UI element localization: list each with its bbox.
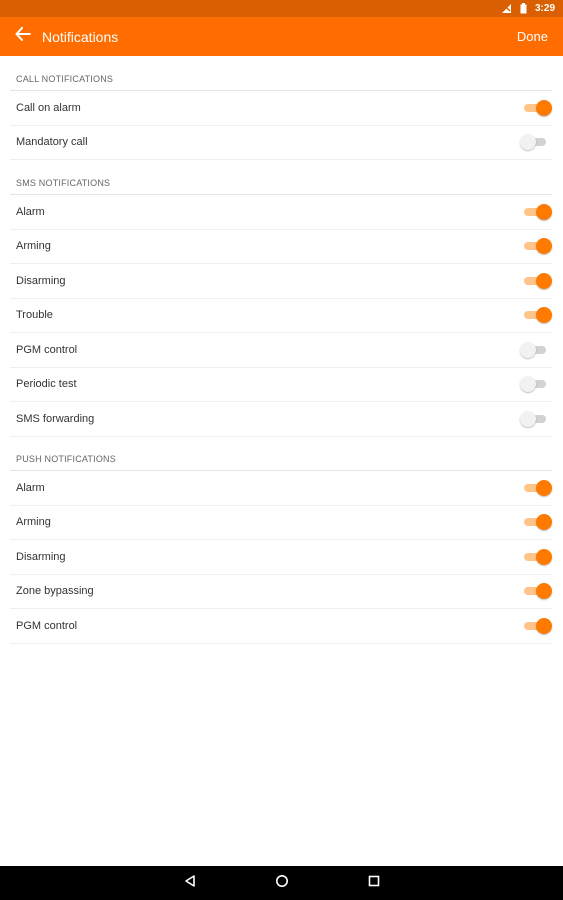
toggle-switch[interactable] bbox=[520, 134, 548, 151]
done-button[interactable]: Done bbox=[517, 29, 548, 44]
setting-row-sms-forwarding[interactable]: SMS forwarding bbox=[10, 402, 552, 437]
toggle-switch[interactable] bbox=[522, 514, 552, 531]
notifications-list: CALL NOTIFICATIONS Call on alarm Mandato… bbox=[0, 56, 563, 866]
setting-label: Arming bbox=[16, 240, 51, 253]
setting-row-push-zone-bypassing[interactable]: Zone bypassing bbox=[10, 575, 552, 609]
section-sms-notifications: SMS NOTIFICATIONS Alarm Arming Disarming… bbox=[10, 160, 552, 437]
setting-label: PGM control bbox=[16, 619, 78, 632]
toggle-switch[interactable] bbox=[522, 548, 552, 565]
setting-label: PGM control bbox=[16, 343, 78, 356]
system-nav-bar bbox=[0, 866, 563, 900]
section-call-notifications: CALL NOTIFICATIONS Call on alarm Mandato… bbox=[10, 56, 552, 160]
toggle-switch[interactable] bbox=[520, 410, 548, 427]
back-triangle-icon bbox=[183, 874, 197, 893]
section-header: CALL NOTIFICATIONS bbox=[10, 56, 552, 91]
section-header: PUSH NOTIFICATIONS bbox=[10, 436, 552, 471]
setting-row-push-disarming[interactable]: Disarming bbox=[10, 540, 552, 575]
toggle-switch[interactable] bbox=[522, 479, 552, 496]
arrow-left-icon bbox=[15, 27, 31, 46]
setting-row-sms-disarming[interactable]: Disarming bbox=[10, 264, 552, 299]
toggle-switch[interactable] bbox=[522, 238, 552, 255]
toggle-switch[interactable] bbox=[522, 617, 552, 634]
setting-row-sms-pgm-control[interactable]: PGM control bbox=[10, 333, 552, 368]
setting-row-sms-alarm[interactable]: Alarm bbox=[10, 195, 552, 230]
setting-row-call-on-alarm[interactable]: Call on alarm bbox=[10, 91, 552, 126]
setting-label: Call on alarm bbox=[16, 101, 81, 114]
page-title: Notifications bbox=[42, 28, 119, 45]
setting-label: Alarm bbox=[16, 205, 45, 218]
status-bar: 3:29 bbox=[0, 0, 563, 17]
setting-row-sms-arming[interactable]: Arming bbox=[10, 230, 552, 264]
setting-row-push-arming[interactable]: Arming bbox=[10, 506, 552, 540]
toggle-switch[interactable] bbox=[520, 341, 548, 358]
toggle-switch[interactable] bbox=[522, 203, 552, 220]
setting-label: SMS forwarding bbox=[16, 412, 95, 425]
nav-recents-button[interactable] bbox=[364, 873, 384, 893]
toggle-switch[interactable] bbox=[522, 583, 552, 600]
setting-row-sms-trouble[interactable]: Trouble bbox=[10, 299, 552, 333]
recents-square-icon bbox=[367, 874, 381, 893]
setting-label: Trouble bbox=[16, 309, 53, 322]
nav-home-button[interactable] bbox=[272, 873, 292, 893]
setting-label: Disarming bbox=[16, 550, 66, 563]
section-header: SMS NOTIFICATIONS bbox=[10, 160, 552, 195]
toggle-switch[interactable] bbox=[522, 272, 552, 289]
app-bar: Notifications Done bbox=[0, 17, 563, 56]
setting-row-sms-periodic-test[interactable]: Periodic test bbox=[10, 368, 552, 402]
setting-label: Arming bbox=[16, 516, 51, 529]
setting-label: Alarm bbox=[16, 481, 45, 494]
setting-row-mandatory-call[interactable]: Mandatory call bbox=[10, 126, 552, 160]
setting-row-push-pgm-control[interactable]: PGM control bbox=[10, 609, 552, 644]
toggle-switch[interactable] bbox=[520, 376, 548, 393]
home-circle-icon bbox=[275, 874, 289, 893]
setting-row-push-alarm[interactable]: Alarm bbox=[10, 471, 552, 506]
setting-label: Mandatory call bbox=[16, 136, 88, 149]
section-push-notifications: PUSH NOTIFICATIONS Alarm Arming Disarmin… bbox=[10, 436, 552, 644]
toggle-switch[interactable] bbox=[522, 307, 552, 324]
nav-back-button[interactable] bbox=[180, 873, 200, 893]
back-button[interactable] bbox=[8, 17, 38, 56]
setting-label: Disarming bbox=[16, 274, 66, 287]
signal-icon bbox=[501, 3, 513, 14]
setting-label: Zone bypassing bbox=[16, 585, 94, 598]
toggle-switch[interactable] bbox=[522, 99, 552, 116]
status-time: 3:29 bbox=[534, 3, 555, 14]
setting-label: Periodic test bbox=[16, 378, 77, 391]
battery-icon bbox=[518, 3, 530, 14]
